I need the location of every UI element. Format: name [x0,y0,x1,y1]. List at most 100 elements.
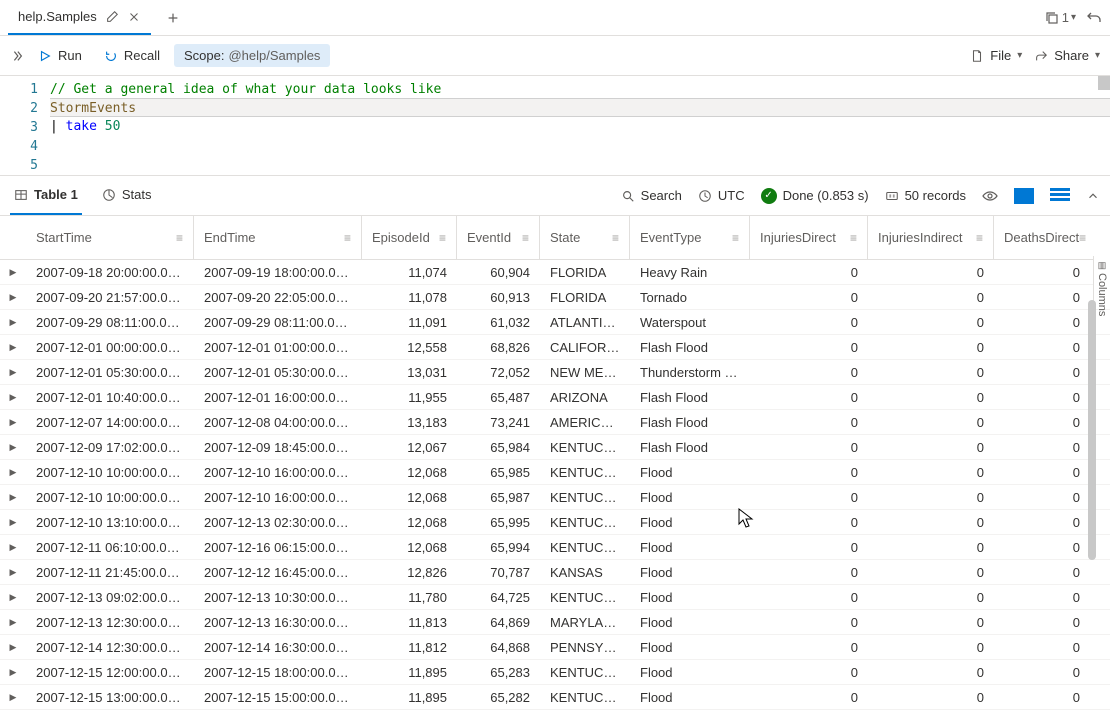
view-mode-rows[interactable] [1050,188,1070,204]
table-row[interactable]: ▶2007-12-01 05:30:00.00002007-12-01 05:3… [0,360,1110,385]
column-eventid[interactable]: EventId≡ [457,216,540,259]
expand-row-icon[interactable]: ▶ [0,667,26,678]
table-row[interactable]: ▶2007-12-10 10:00:00.00002007-12-10 16:0… [0,485,1110,510]
recall-button[interactable]: Recall [96,44,168,67]
table-row[interactable]: ▶2007-12-14 12:30:00.00002007-12-14 16:3… [0,635,1110,660]
search-button[interactable]: Search [621,188,682,203]
table-row[interactable]: ▶2007-12-11 21:45:00.00002007-12-12 16:4… [0,560,1110,585]
copy-button[interactable]: 1 ▾ [1044,10,1076,26]
table-row[interactable]: ▶2007-12-15 12:00:00.00002007-12-15 18:0… [0,660,1110,685]
column-injuriesdirect[interactable]: InjuriesDirect≡ [750,216,868,259]
run-button[interactable]: Run [30,44,90,67]
column-menu-icon[interactable]: ≡ [522,231,529,245]
cell-state: KANSAS [540,565,630,580]
columns-panel-toggle[interactable]: ▥ Columns [1093,256,1110,308]
cell-injuriesdirect: 0 [750,465,868,480]
expand-row-icon[interactable]: ▶ [0,542,26,553]
cell-endtime: 2007-12-15 18:00:00.0000 [194,665,362,680]
tab-table[interactable]: Table 1 [10,176,82,215]
file-button[interactable]: File ▾ [970,48,1022,63]
cell-injuriesdirect: 0 [750,640,868,655]
expand-row-icon[interactable]: ▶ [0,467,26,478]
column-eventtype[interactable]: EventType≡ [630,216,750,259]
cell-episodeid: 11,895 [362,690,457,705]
expand-row-icon[interactable]: ▶ [0,292,26,303]
column-menu-icon[interactable]: ≡ [176,231,183,245]
table-row[interactable]: ▶2007-12-10 10:00:00.00002007-12-10 16:0… [0,460,1110,485]
column-starttime[interactable]: StartTime≡ [26,216,194,259]
expand-row-icon[interactable]: ▶ [0,367,26,378]
table-row[interactable]: ▶2007-12-01 00:00:00.00002007-12-01 01:0… [0,335,1110,360]
expand-row-icon[interactable]: ▶ [0,267,26,278]
tab-bar: help.Samples 1 ▾ [0,0,1110,36]
column-episodeid[interactable]: EpisodeId≡ [362,216,457,259]
expand-row-icon[interactable]: ▶ [0,492,26,503]
table-row[interactable]: ▶2007-12-01 10:40:00.00002007-12-01 16:0… [0,385,1110,410]
cell-episodeid: 12,826 [362,565,457,580]
column-menu-icon[interactable]: ≡ [439,231,446,245]
expand-row-icon[interactable]: ▶ [0,442,26,453]
expand-row-icon[interactable]: ▶ [0,392,26,403]
column-menu-icon[interactable]: ≡ [1079,231,1086,245]
expand-row-icon[interactable]: ▶ [0,317,26,328]
table-row[interactable]: ▶2007-09-29 08:11:00.00002007-09-29 08:1… [0,310,1110,335]
expand-row-icon[interactable]: ▶ [0,642,26,653]
tab-help-samples[interactable]: help.Samples [8,0,151,35]
expand-query-icon[interactable] [10,49,24,63]
column-deathsdirect[interactable]: DeathsDirect≡ [994,216,1090,259]
column-menu-icon[interactable]: ≡ [612,231,619,245]
tab-title: help.Samples [18,9,97,24]
recall-label: Recall [124,48,160,63]
column-menu-icon[interactable]: ≡ [344,231,351,245]
expand-row-icon[interactable]: ▶ [0,342,26,353]
results-scrollbar[interactable] [1088,300,1096,560]
cell-eventid: 64,725 [457,590,540,605]
view-mode-card[interactable] [1014,188,1034,204]
table-row[interactable]: ▶2007-12-11 06:10:00.00002007-12-16 06:1… [0,535,1110,560]
expand-row-icon[interactable]: ▶ [0,417,26,428]
expand-row-icon[interactable]: ▶ [0,517,26,528]
column-endtime[interactable]: EndTime≡ [194,216,362,259]
utc-button[interactable]: UTC [698,188,745,203]
cell-state: ARIZONA [540,390,630,405]
cell-episodeid: 11,091 [362,315,457,330]
table-row[interactable]: ▶2007-12-10 13:10:00.00002007-12-13 02:3… [0,510,1110,535]
cell-injuriesindirect: 0 [868,365,994,380]
cell-injuriesindirect: 0 [868,290,994,305]
editor-code[interactable]: // Get a general idea of what your data … [50,76,1110,175]
column-injuriesindirect[interactable]: InjuriesIndirect≡ [868,216,994,259]
status-done: ✓ Done (0.853 s) [761,188,869,204]
column-menu-icon[interactable]: ≡ [732,231,739,245]
table-row[interactable]: ▶2007-12-07 14:00:00.00002007-12-08 04:0… [0,410,1110,435]
undo-icon[interactable] [1086,10,1102,26]
eye-icon[interactable] [982,188,998,204]
cell-endtime: 2007-12-16 06:15:00.0000 [194,540,362,555]
cell-eventtype: Flood [630,465,750,480]
cell-eventtype: Flash Flood [630,440,750,455]
editor-scrollbar[interactable] [1098,76,1110,90]
expand-row-icon[interactable]: ▶ [0,592,26,603]
column-menu-icon[interactable]: ≡ [850,231,857,245]
table-row[interactable]: ▶2007-12-09 17:02:00.00002007-12-09 18:4… [0,435,1110,460]
expand-results-icon[interactable] [1086,189,1100,203]
close-icon[interactable] [127,10,141,24]
scope-pill[interactable]: Scope: @help/Samples [174,44,330,67]
table-row[interactable]: ▶2007-12-13 09:02:00.00002007-12-13 10:3… [0,585,1110,610]
share-button[interactable]: Share ▾ [1034,48,1100,63]
query-editor[interactable]: 1 2 3 4 5 // Get a general idea of what … [0,76,1110,176]
new-tab-button[interactable] [159,4,187,32]
table-row[interactable]: ▶2007-12-13 12:30:00.00002007-12-13 16:3… [0,610,1110,635]
tab-stats[interactable]: Stats [98,176,156,215]
table-row[interactable]: ▶2007-09-20 21:57:00.00002007-09-20 22:0… [0,285,1110,310]
expand-row-icon[interactable]: ▶ [0,692,26,703]
expand-row-icon[interactable]: ▶ [0,617,26,628]
column-state[interactable]: State≡ [540,216,630,259]
expand-row-icon[interactable]: ▶ [0,567,26,578]
run-label: Run [58,48,82,63]
edit-icon[interactable] [105,10,119,24]
table-row[interactable]: ▶2007-12-15 13:00:00.00002007-12-15 15:0… [0,685,1110,710]
cell-starttime: 2007-12-11 06:10:00.0000 [26,540,194,555]
cell-endtime: 2007-12-09 18:45:00.0000 [194,440,362,455]
column-menu-icon[interactable]: ≡ [976,231,983,245]
table-row[interactable]: ▶2007-09-18 20:00:00.00002007-09-19 18:0… [0,260,1110,285]
